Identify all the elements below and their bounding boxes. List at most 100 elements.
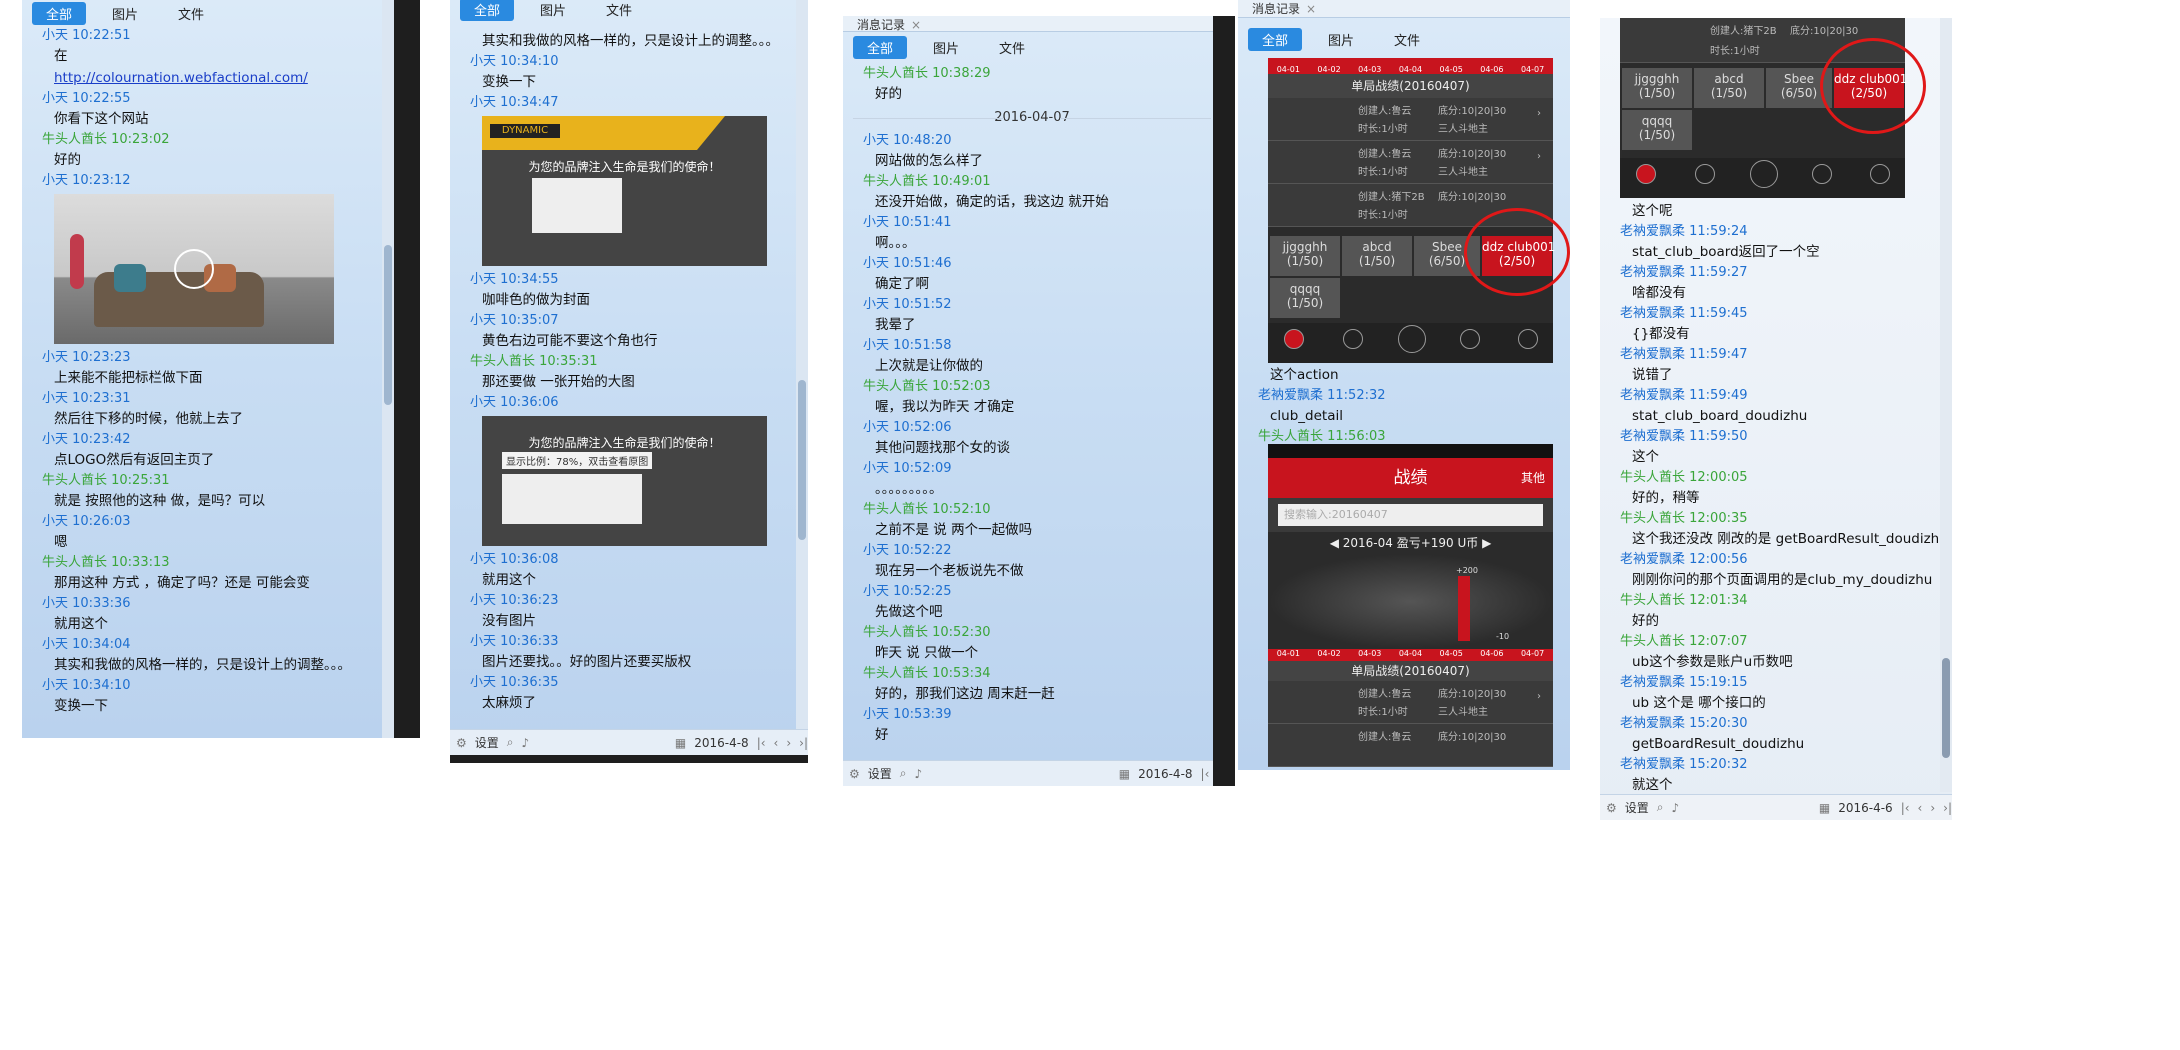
first-page-icon[interactable]: |‹ (1901, 801, 1910, 815)
message-header[interactable]: 小天 10:33:36 (42, 594, 380, 613)
message-header[interactable]: 小天 10:23:23 (42, 348, 380, 367)
message-header[interactable]: 小天 10:52:06 (863, 418, 1221, 437)
chat-image-website[interactable]: 为您的品牌注入生命是我们的使命！ 显示比例：78%，双击查看原图 (482, 416, 767, 546)
message-header[interactable]: 小天 10:52:22 (863, 541, 1221, 560)
profile-icon[interactable] (1518, 329, 1538, 349)
prev-page-icon[interactable]: ‹ (1918, 801, 1923, 815)
message-header[interactable]: 小天 10:36:35 (470, 673, 794, 692)
message-header[interactable]: 牛头人酋长 10:23:02 (42, 130, 380, 149)
message-header[interactable]: 小天 10:51:41 (863, 213, 1221, 232)
next-page-icon[interactable]: › (786, 736, 791, 750)
prev-month-icon[interactable]: ◀ (1330, 536, 1343, 550)
search-icon[interactable]: ⌕ (900, 766, 907, 781)
gear-icon[interactable]: ⚙ (849, 767, 860, 781)
search-input[interactable]: 搜索输入:20160407 (1278, 504, 1543, 526)
message-header[interactable]: 牛头人酋长 10:52:03 (863, 377, 1221, 396)
message-header[interactable]: 牛头人酋长 12:07:07 (1620, 632, 1938, 651)
message-header[interactable]: 小天 10:53:39 (863, 705, 1221, 724)
sound-icon[interactable]: ♪ (522, 736, 530, 750)
club-tile[interactable]: jjggghh (1/50) (1622, 68, 1692, 108)
message-header[interactable]: 老衲爱飘柔 15:20:30 (1620, 714, 1938, 733)
message-header[interactable]: 小天 10:35:07 (470, 311, 794, 330)
settings-button[interactable]: 设置 (1625, 799, 1649, 816)
message-link[interactable]: http://colournation.webfactional.com/ (54, 70, 308, 86)
message-header[interactable]: 牛头人酋长 10:53:34 (863, 664, 1221, 683)
message-header[interactable]: 老衲爱飘柔 11:59:27 (1620, 263, 1938, 282)
message-header[interactable]: 小天 10:34:04 (42, 635, 380, 654)
tab-files[interactable]: 文件 (1380, 28, 1434, 51)
message-header[interactable]: 牛头人酋长 11:56:03 (1258, 427, 1556, 444)
prev-page-icon[interactable]: ‹ (774, 736, 779, 750)
tab-all[interactable]: 全部 (853, 35, 908, 59)
message-header[interactable]: 小天 10:23:42 (42, 430, 380, 449)
message-header[interactable]: 老衲爱飘柔 11:59:45 (1620, 304, 1938, 323)
message-header[interactable]: 小天 10:26:03 (42, 512, 380, 531)
tab-images[interactable]: 图片 (919, 36, 973, 59)
message-header[interactable]: 老衲爱飘柔 15:20:32 (1620, 755, 1938, 774)
club-tile[interactable]: abcd (1/50) (1342, 236, 1412, 276)
message-header[interactable]: 小天 10:23:31 (42, 389, 380, 408)
last-page-icon[interactable]: ›| (1943, 801, 1952, 815)
message-header[interactable]: 小天 10:34:55 (470, 270, 794, 289)
message-header[interactable]: 小天 10:34:47 (470, 93, 794, 112)
message-header[interactable]: 老衲爱飘柔 12:00:56 (1620, 550, 1938, 569)
scrollbar[interactable] (382, 0, 394, 738)
tab-all[interactable]: 全部 (32, 1, 87, 25)
tab-all[interactable]: 全部 (460, 0, 515, 21)
scroll-thumb[interactable] (1942, 658, 1950, 758)
message-header[interactable]: 小天 10:51:58 (863, 336, 1221, 355)
message-header[interactable]: 牛头人酋长 10:33:13 (42, 553, 380, 572)
tab-files[interactable]: 文件 (592, 0, 646, 21)
message-header[interactable]: 牛头人酋长 10:52:30 (863, 623, 1221, 642)
more-button[interactable]: 其他 (1521, 458, 1545, 498)
game-icon[interactable] (1398, 325, 1426, 353)
search-icon[interactable]: ⌕ (1657, 800, 1664, 815)
record-row[interactable]: 创建人:鲁云 底分:10|20|30 (1268, 724, 1553, 767)
message-header[interactable]: 小天 10:22:55 (42, 89, 380, 108)
message-header[interactable]: 老衲爱飘柔 11:52:32 (1258, 386, 1556, 405)
record-icon[interactable] (1284, 329, 1304, 349)
tab-images[interactable]: 图片 (1314, 28, 1368, 51)
next-month-icon[interactable]: ▶ (1478, 536, 1491, 550)
message-header[interactable]: 牛头人酋长 12:00:35 (1620, 509, 1938, 528)
record-row[interactable]: 创建人:鲁云 底分:10|20|30 时长:1小时 三人斗地主 › (1268, 141, 1553, 184)
contact-icon[interactable] (1695, 164, 1715, 184)
tab-images[interactable]: 图片 (526, 0, 580, 21)
message-header[interactable]: 老衲爱飘柔 11:59:24 (1620, 222, 1938, 241)
message-header[interactable]: 老衲爱飘柔 11:59:49 (1620, 386, 1938, 405)
message-header[interactable]: 小天 10:36:06 (470, 393, 794, 412)
message-header[interactable]: 小天 10:51:52 (863, 295, 1221, 314)
first-page-icon[interactable]: |‹ (1201, 767, 1210, 781)
club-icon[interactable] (1812, 164, 1832, 184)
play-icon[interactable] (174, 249, 214, 289)
close-icon[interactable]: × (911, 18, 921, 32)
sound-icon[interactable]: ♪ (915, 767, 923, 781)
scrollbar[interactable] (1940, 18, 1952, 792)
calendar-icon[interactable]: ▦ (1119, 767, 1130, 781)
message-header[interactable]: 小天 10:52:09 (863, 459, 1221, 478)
message-header[interactable]: 牛头人酋长 10:52:10 (863, 500, 1221, 519)
message-header[interactable]: 小天 10:51:46 (863, 254, 1221, 273)
profile-icon[interactable] (1870, 164, 1890, 184)
message-header[interactable]: 老衲爱飘柔 11:59:50 (1620, 427, 1938, 446)
message-header[interactable]: 牛头人酋长 10:35:31 (470, 352, 794, 371)
calendar-icon[interactable]: ▦ (675, 736, 686, 750)
message-header[interactable]: 小天 10:34:10 (42, 676, 380, 695)
tab-files[interactable]: 文件 (164, 2, 218, 25)
sound-icon[interactable]: ♪ (1672, 801, 1680, 815)
search-icon[interactable]: ⌕ (507, 735, 514, 750)
game-screenshot-3[interactable]: 创建人:猪下2B 底分:10|20|30 时长:1小时 jjggghh (1/50)… (1620, 18, 1926, 198)
message-header[interactable]: 小天 10:48:20 (863, 131, 1221, 150)
club-tile[interactable]: jjggghh (1/50) (1270, 236, 1340, 276)
gear-icon[interactable]: ⚙ (1606, 801, 1617, 815)
scroll-thumb[interactable] (798, 380, 806, 540)
game-screenshot-1[interactable]: 04-01 04-02 04-03 04-04 04-05 04-06 04-07 单局战绩… (1268, 58, 1570, 363)
chat-image-website[interactable]: DYNAMIC 为您的品牌注入生命是我们的使命！ (482, 116, 767, 266)
club-icon[interactable] (1460, 329, 1480, 349)
record-row[interactable]: 创建人:鲁云 底分:10|20|30 时长:1小时 三人斗地主 › (1268, 681, 1553, 724)
last-page-icon[interactable]: ›| (799, 736, 808, 750)
next-page-icon[interactable]: › (1930, 801, 1935, 815)
message-header[interactable]: 小天 10:23:12 (42, 171, 380, 190)
message-header[interactable]: 牛头人酋长 10:25:31 (42, 471, 380, 490)
tab-all[interactable]: 全部 (1248, 27, 1303, 51)
